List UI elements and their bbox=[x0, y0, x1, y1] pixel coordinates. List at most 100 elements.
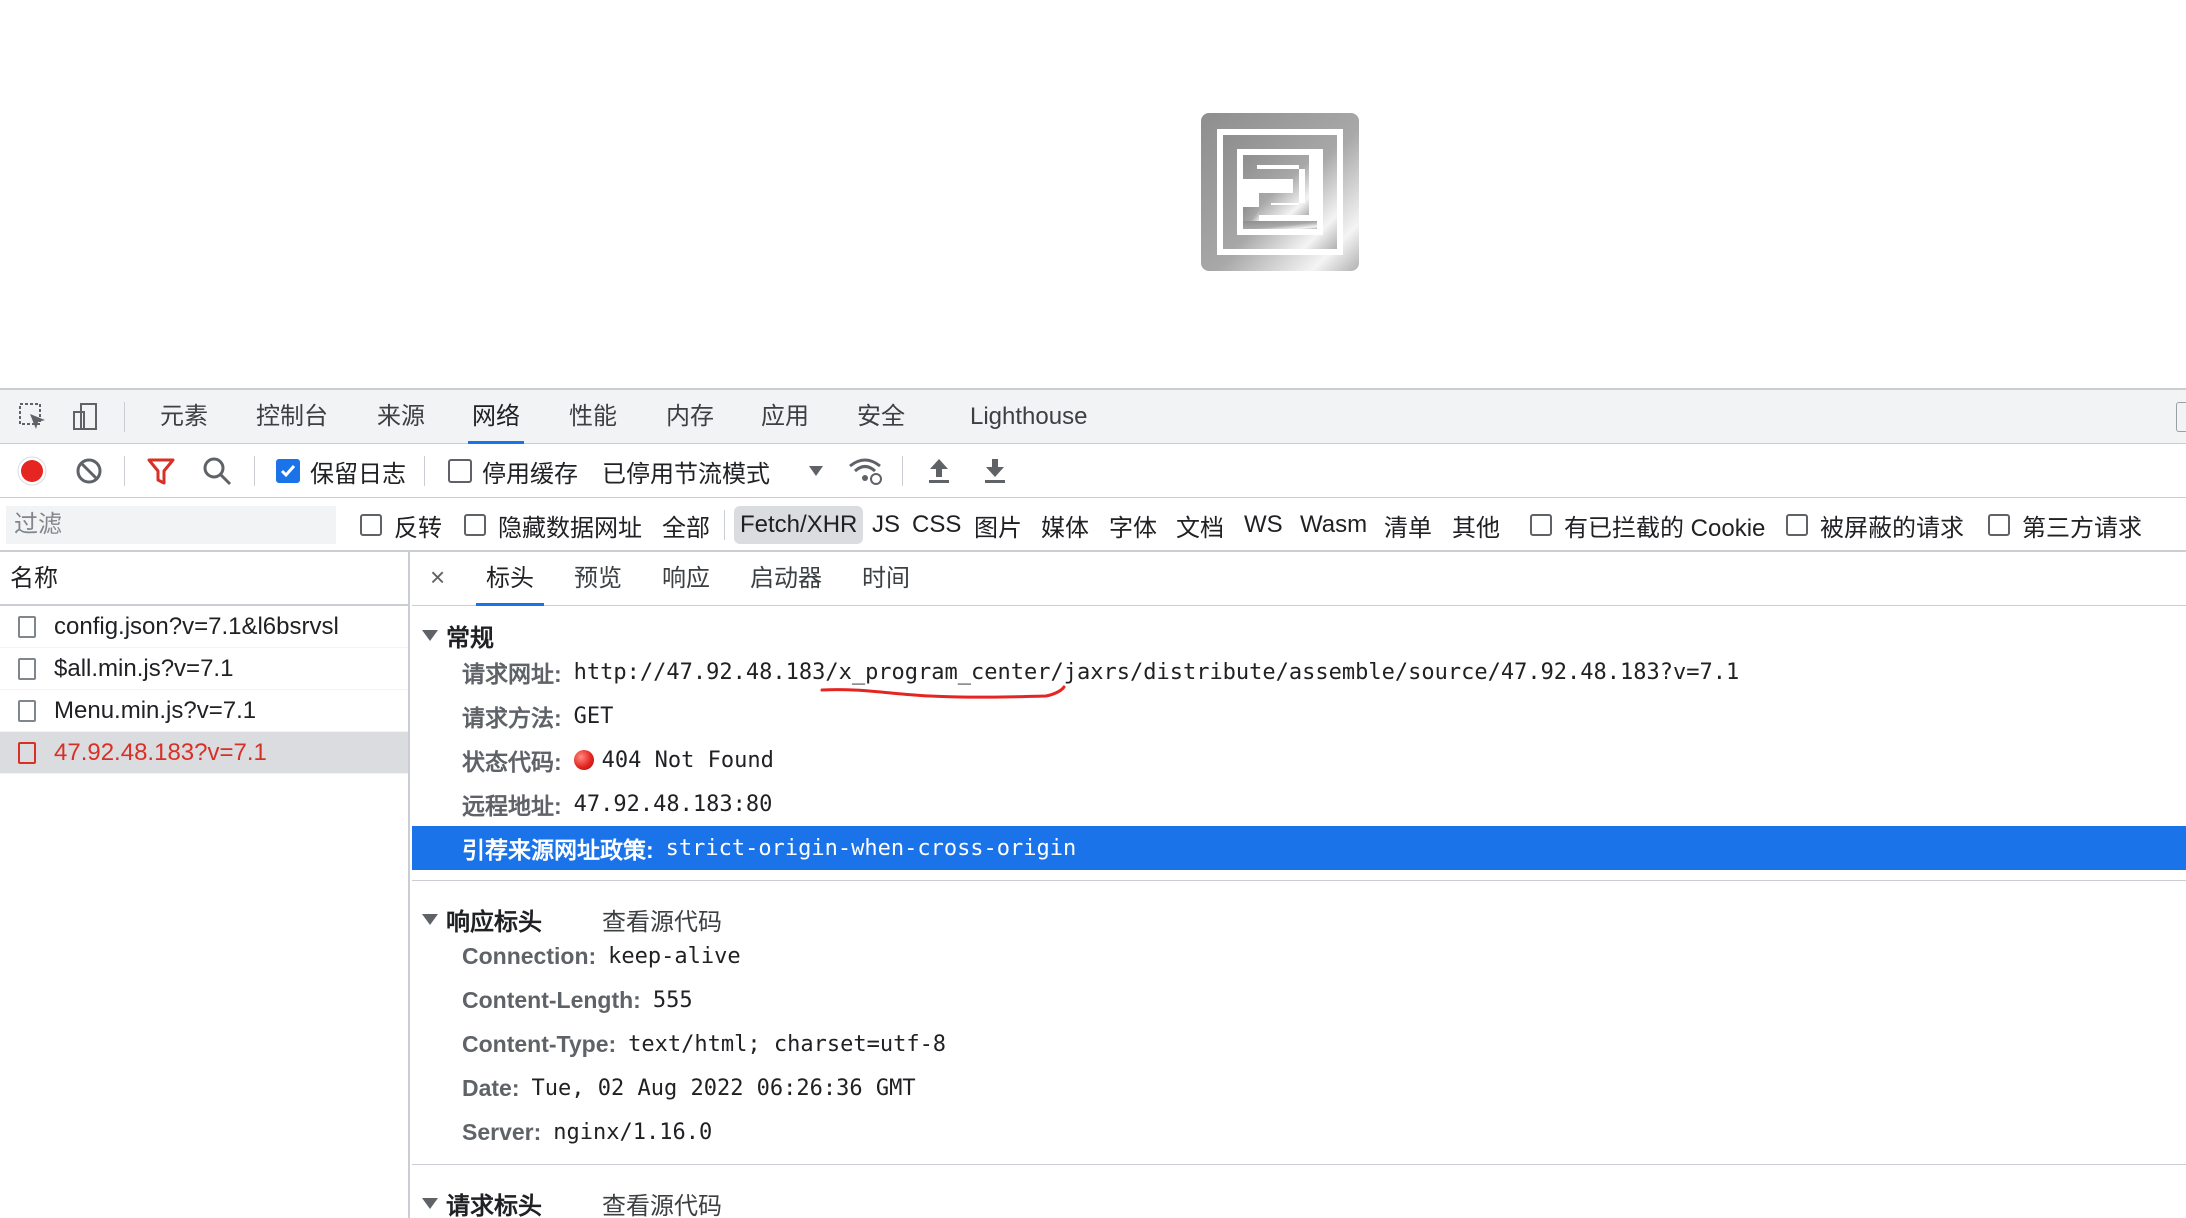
app-logo-icon bbox=[1201, 113, 1359, 271]
preserve-log-checkbox[interactable]: 保留日志 bbox=[276, 444, 406, 498]
tab-elements[interactable]: 元素 bbox=[156, 390, 212, 444]
page-content bbox=[0, 0, 2186, 388]
clear-icon[interactable] bbox=[74, 444, 104, 498]
search-icon[interactable] bbox=[202, 444, 232, 498]
request-headers-toggle[interactable]: 请求标头 查看源代码 bbox=[422, 1186, 722, 1218]
header-key: Content-Type: bbox=[462, 1030, 617, 1057]
inspect-element-icon[interactable] bbox=[14, 398, 52, 436]
hide-data-urls-checkbox[interactable]: 隐藏数据网址 bbox=[464, 498, 642, 552]
type-filter-other[interactable]: 其他 bbox=[1452, 498, 1500, 552]
type-filter-ws[interactable]: WS bbox=[1244, 498, 1283, 552]
blocked-cookies-checkbox[interactable]: 有已拦截的 Cookie bbox=[1530, 498, 1765, 552]
type-filter-css[interactable]: CSS bbox=[912, 498, 961, 552]
header-value: http://47.92.48.183/x_program_center/jax… bbox=[573, 659, 1740, 685]
checkbox-icon[interactable] bbox=[1530, 514, 1552, 536]
device-toolbar-icon[interactable] bbox=[66, 398, 104, 436]
checkbox-icon[interactable] bbox=[448, 459, 472, 483]
general-section-toggle[interactable]: 常规 bbox=[422, 618, 494, 653]
type-filter-wasm[interactable]: Wasm bbox=[1300, 498, 1367, 552]
type-filter-js[interactable]: JS bbox=[872, 498, 900, 552]
document-icon bbox=[18, 615, 36, 638]
type-filter-fetch-xhr[interactable]: Fetch/XHR bbox=[734, 506, 864, 544]
type-filter-media[interactable]: 媒体 bbox=[1041, 498, 1089, 552]
tab-initiator[interactable]: 启动器 bbox=[740, 552, 832, 606]
tab-headers[interactable]: 标头 bbox=[476, 552, 544, 606]
header-key: Connection: bbox=[462, 942, 597, 969]
tab-timing[interactable]: 时间 bbox=[852, 552, 920, 606]
devtools-tabbar: 元素 控制台 来源 网络 性能 内存 应用 安全 Lighthouse bbox=[0, 390, 2186, 444]
close-icon[interactable]: × bbox=[430, 562, 445, 593]
view-source-link[interactable]: 查看源代码 bbox=[602, 902, 722, 937]
type-filter-doc[interactable]: 文档 bbox=[1176, 498, 1224, 552]
blocked-requests-checkbox[interactable]: 被屏蔽的请求 bbox=[1786, 498, 1964, 552]
request-row[interactable]: config.json?v=7.1&l6bsrvsl bbox=[0, 606, 408, 648]
header-value: 404 Not Found bbox=[601, 747, 774, 773]
checkbox-icon[interactable] bbox=[1988, 514, 2010, 536]
request-row[interactable]: $all.min.js?v=7.1 bbox=[0, 648, 408, 690]
header-value: nginx/1.16.0 bbox=[553, 1119, 713, 1145]
record-icon[interactable] bbox=[16, 444, 48, 498]
hide-data-urls-label: 隐藏数据网址 bbox=[498, 514, 642, 542]
header-key: Content-Length: bbox=[462, 986, 641, 1013]
general-section-title: 常规 bbox=[446, 625, 494, 652]
triangle-down-icon bbox=[422, 630, 438, 641]
invert-checkbox[interactable]: 反转 bbox=[360, 498, 442, 552]
import-har-icon[interactable] bbox=[926, 444, 952, 498]
response-headers-title: 响应标头 bbox=[446, 909, 542, 936]
header-value: text/html; charset=utf-8 bbox=[628, 1031, 947, 1057]
blocked-requests-label: 被屏蔽的请求 bbox=[1820, 514, 1964, 542]
tab-memory[interactable]: 内存 bbox=[662, 390, 718, 444]
network-conditions-icon[interactable] bbox=[848, 444, 884, 498]
header-value: strict-origin-when-cross-origin bbox=[665, 835, 1077, 861]
divider bbox=[902, 456, 903, 486]
tab-console[interactable]: 控制台 bbox=[252, 390, 332, 444]
response-headers-toggle[interactable]: 响应标头 查看源代码 bbox=[422, 902, 722, 937]
status-error-icon bbox=[573, 750, 594, 770]
disable-cache-label: 停用缓存 bbox=[482, 460, 578, 488]
tab-preview[interactable]: 预览 bbox=[564, 552, 632, 606]
tab-network[interactable]: 网络 bbox=[468, 390, 524, 444]
type-filter-font[interactable]: 字体 bbox=[1109, 498, 1157, 552]
type-filter-all[interactable]: 全部 bbox=[662, 498, 710, 552]
devtools-panel: 元素 控制台 来源 网络 性能 内存 应用 安全 Lighthouse 保留日志 bbox=[0, 388, 2186, 1218]
name-column-header[interactable]: 名称 bbox=[0, 552, 408, 606]
response-header-row: Date: Tue, 02 Aug 2022 06:26:36 GMT bbox=[412, 1066, 2186, 1110]
export-har-icon[interactable] bbox=[982, 444, 1008, 498]
request-row[interactable]: Menu.min.js?v=7.1 bbox=[0, 690, 408, 732]
response-header-row: Content-Length: 555 bbox=[412, 978, 2186, 1022]
type-filter-img[interactable]: 图片 bbox=[974, 498, 1022, 552]
tab-lighthouse[interactable]: Lighthouse bbox=[966, 390, 1091, 444]
filter-bar: 反转 隐藏数据网址 全部 Fetch/XHR JS CSS 图片 媒体 字体 文… bbox=[0, 498, 2186, 552]
tab-performance[interactable]: 性能 bbox=[565, 390, 621, 444]
throttling-value: 已停用节流模式 bbox=[602, 460, 770, 488]
tab-response[interactable]: 响应 bbox=[652, 552, 720, 606]
tab-sources[interactable]: 来源 bbox=[373, 390, 429, 444]
request-row-selected[interactable]: 47.92.48.183?v=7.1 bbox=[0, 732, 408, 774]
type-filter-manifest[interactable]: 清单 bbox=[1384, 498, 1432, 552]
detail-tabs: × 标头 预览 响应 启动器 时间 bbox=[412, 552, 2186, 606]
checkbox-icon[interactable] bbox=[464, 514, 486, 536]
tab-application[interactable]: 应用 bbox=[757, 390, 813, 444]
header-key: Date: bbox=[462, 1074, 520, 1101]
request-list: 名称 config.json?v=7.1&l6bsrvsl $all.min.j… bbox=[0, 552, 410, 1218]
preserve-log-label: 保留日志 bbox=[310, 460, 406, 488]
filter-icon[interactable] bbox=[146, 444, 176, 498]
checkbox-icon[interactable] bbox=[360, 514, 382, 536]
triangle-down-icon bbox=[422, 914, 438, 925]
document-icon bbox=[18, 657, 36, 680]
header-key: 请求方法: bbox=[462, 705, 562, 731]
throttling-select[interactable]: 已停用节流模式 bbox=[602, 444, 824, 498]
view-source-link[interactable]: 查看源代码 bbox=[602, 1186, 722, 1218]
response-header-row: Content-Type: text/html; charset=utf-8 bbox=[412, 1022, 2186, 1066]
third-party-checkbox[interactable]: 第三方请求 bbox=[1988, 498, 2142, 552]
request-headers-title: 请求标头 bbox=[446, 1193, 542, 1218]
request-name: 47.92.48.183?v=7.1 bbox=[54, 738, 267, 766]
tab-security[interactable]: 安全 bbox=[853, 390, 909, 444]
checkbox-checked-icon[interactable] bbox=[276, 459, 300, 483]
checkbox-icon[interactable] bbox=[1786, 514, 1808, 536]
general-row-referrer-policy[interactable]: 引荐来源网址政策: strict-origin-when-cross-origi… bbox=[412, 826, 2186, 870]
disable-cache-checkbox[interactable]: 停用缓存 bbox=[448, 444, 578, 498]
filter-input[interactable] bbox=[6, 506, 336, 544]
general-row-remote: 远程地址: 47.92.48.183:80 bbox=[412, 782, 2186, 826]
overflow-handle[interactable] bbox=[2176, 402, 2186, 432]
